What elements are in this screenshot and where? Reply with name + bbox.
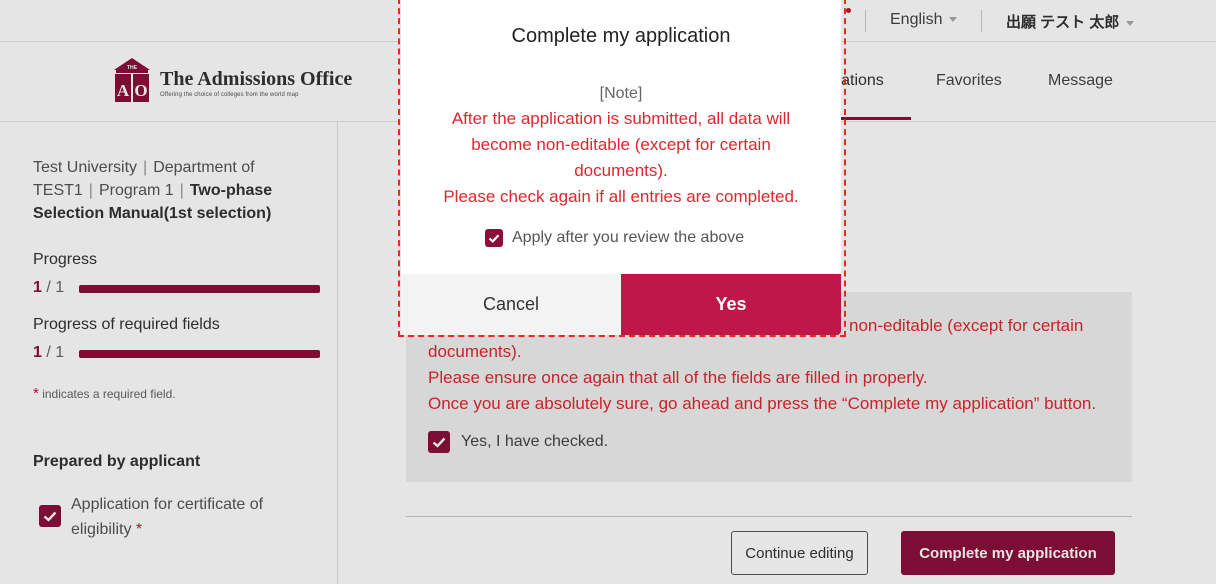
modal-checkbox-label: Apply after you review the above [512,229,745,246]
cancel-button[interactable]: Cancel [401,274,621,335]
modal-warning-text-2: Please check again if all entries are co… [443,187,799,206]
checkbox-checked-icon[interactable] [485,229,503,247]
modal-actions: Cancel Yes [401,274,841,335]
modal-note-label: [Note] [599,85,643,102]
modal-warning-text: After the application is submitted, all … [451,109,791,180]
yes-button[interactable]: Yes [621,274,841,335]
modal-title: Complete my application [511,25,731,47]
modal-review-checkbox[interactable]: Apply after you review the above [485,229,785,251]
confirm-modal: Complete my application [Note] After the… [401,0,841,335]
modal-warning: After the application is submitted, all … [431,106,811,210]
